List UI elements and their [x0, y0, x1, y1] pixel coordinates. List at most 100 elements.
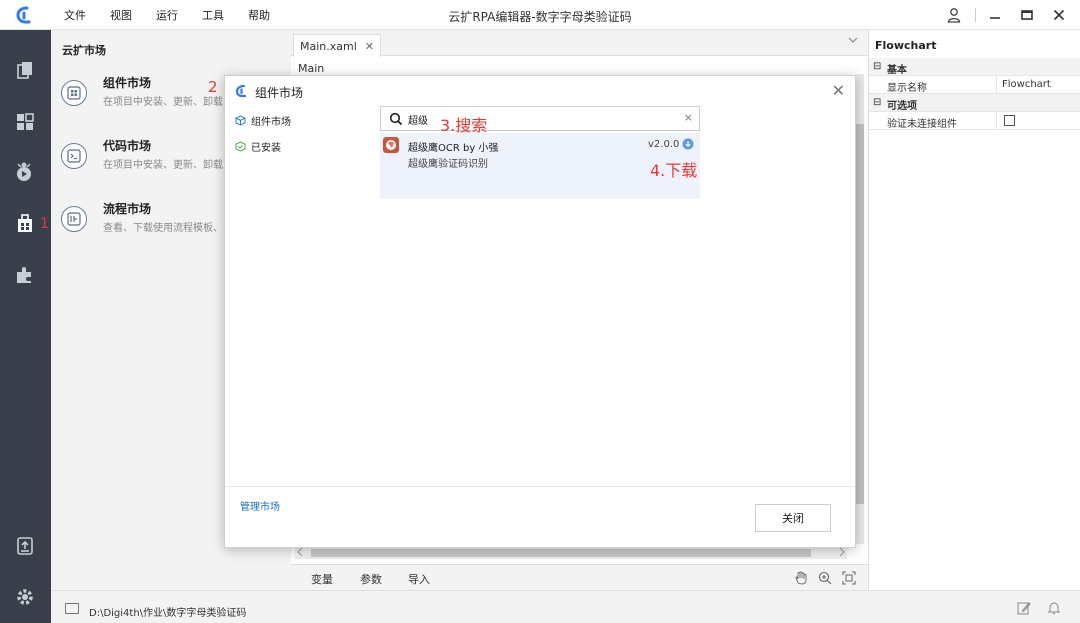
cube-icon [234, 115, 246, 127]
dialog-header: 组件市场 ✕ [225, 76, 855, 106]
property-category-options[interactable]: ⊟ 可选项 [869, 94, 1080, 112]
editor-bottom-bar: 变量 参数 导入 [291, 564, 868, 590]
activity-sidebar: 1 [0, 30, 51, 623]
market-item-name: 流程市场 [103, 202, 152, 216]
notification-bell-icon[interactable] [1046, 600, 1062, 616]
property-value-input[interactable]: Flowchart [1002, 79, 1051, 90]
settings-icon[interactable] [13, 585, 37, 609]
menu-tools[interactable]: 工具 [202, 7, 224, 23]
app-logo-icon [16, 6, 31, 24]
plugin-icon[interactable] [13, 262, 37, 286]
tab-main-xaml[interactable]: Main.xaml ✕ [293, 34, 381, 57]
scroll-thumb[interactable] [856, 124, 864, 504]
editor-tabbar: Main.xaml ✕ [291, 30, 868, 57]
scroll-thumb[interactable] [311, 549, 811, 557]
status-tools [1002, 600, 1062, 616]
collapse-icon[interactable]: ⊟ [873, 61, 881, 72]
vertical-scrollbar[interactable] [856, 74, 864, 544]
column-divider [996, 76, 997, 94]
menu-file[interactable]: 文件 [64, 7, 86, 23]
window-controls [943, 0, 1080, 30]
dialog-divider [225, 486, 855, 487]
scroll-right-icon[interactable] [839, 547, 845, 560]
annotation-step-4: 4.下载 [650, 161, 698, 180]
properties-panel: Flowchart ⊟ 基本 显示名称 Flowchart ⊟ 可选项 验证未连… [868, 30, 1080, 590]
tab-label: Main.xaml [300, 39, 357, 53]
market-item-desc: 在项目中安装、更新、卸载 [103, 160, 223, 171]
market-item-name: 组件市场 [103, 76, 152, 90]
category-label: 基本 [887, 65, 907, 76]
search-icon [389, 112, 403, 126]
title-separator [975, 8, 976, 22]
menu-run[interactable]: 运行 [156, 7, 178, 23]
tab-variables[interactable]: 变量 [311, 571, 333, 587]
horizontal-scrollbar[interactable] [295, 547, 847, 559]
code-icon [61, 143, 87, 169]
nav-item-installed[interactable]: 已安装 [234, 139, 281, 154]
market-item-name: 代码市场 [103, 139, 152, 153]
category-label: 可选项 [887, 101, 917, 112]
activities-icon[interactable] [13, 110, 37, 134]
tab-close-icon[interactable]: ✕ [365, 40, 374, 53]
title-bar: 文件 视图 运行 工具 帮助 云扩RPA编辑器-数字字母类验证码 [0, 0, 1080, 30]
package-desc: 超级鹰验证码识别 [408, 159, 488, 170]
maximize-icon[interactable] [1016, 5, 1038, 25]
ocr-package-icon [383, 137, 399, 153]
annotation-step-2: 2 [208, 78, 218, 96]
nav-label: 组件市场 [251, 117, 291, 128]
menu-bar: 文件 视图 运行 工具 帮助 [64, 0, 294, 30]
clear-search-icon[interactable]: × [684, 111, 693, 124]
close-dialog-icon[interactable]: ✕ [832, 81, 845, 100]
dialog-title: 组件市场 [255, 86, 304, 100]
minimize-icon[interactable] [984, 5, 1006, 25]
tab-dropdown-icon[interactable] [848, 36, 858, 47]
flow-icon [61, 206, 87, 232]
column-divider [996, 112, 997, 130]
search-result-item[interactable]: 超级鹰OCR by 小强 超级鹰验证码识别 v2.0.0 4.下载 [380, 133, 700, 199]
nav-label: 已安装 [251, 143, 281, 154]
fit-screen-icon[interactable] [840, 569, 858, 587]
package-name: 超级鹰OCR by 小强 [408, 143, 499, 154]
status-bar: D:\Digi4th\作业\数字字母类验证码 [51, 590, 1080, 623]
market-panel-title: 云扩市场 [62, 44, 106, 57]
properties-title: Flowchart [875, 39, 937, 52]
annotation-step-1: 1 [40, 216, 49, 232]
property-category-basic[interactable]: ⊟ 基本 [869, 58, 1080, 76]
zoom-in-icon[interactable] [816, 569, 834, 587]
property-key: 验证未连接组件 [887, 119, 957, 130]
nav-item-component-market[interactable]: 组件市场 [234, 113, 291, 128]
app-logo-icon [235, 84, 247, 98]
market-item-desc: 查看、下载使用流程模板、 [103, 223, 223, 234]
publish-icon[interactable] [13, 534, 37, 558]
close-button[interactable]: 关闭 [755, 504, 831, 532]
download-icon[interactable] [682, 138, 694, 150]
check-shield-icon [234, 141, 246, 153]
debug-run-icon[interactable] [13, 160, 37, 184]
component-icon [61, 80, 87, 106]
tab-imports[interactable]: 导入 [408, 571, 430, 587]
feedback-edit-icon[interactable] [1016, 600, 1032, 616]
hand-pan-icon[interactable] [792, 569, 810, 587]
dialog-nav: 组件市场 已安装 管理市场 [225, 106, 375, 513]
folder-icon [65, 603, 79, 614]
market-item-desc: 在项目中安装、更新、卸载 [103, 97, 223, 108]
collapse-icon[interactable]: ⊟ [873, 97, 881, 108]
search-box[interactable]: × [380, 106, 700, 131]
tab-arguments[interactable]: 参数 [360, 571, 382, 587]
package-version: v2.0.0 [648, 139, 680, 150]
validate-checkbox[interactable] [1004, 115, 1015, 126]
menu-view[interactable]: 视图 [110, 7, 132, 23]
property-row-validate: 验证未连接组件 [869, 112, 1080, 130]
component-market-dialog: 组件市场 ✕ 组件市场 已安装 管理市场 × 3.搜索 超级鹰OCR by 小强… [224, 75, 856, 548]
user-icon[interactable] [943, 5, 965, 25]
scroll-left-icon[interactable] [297, 547, 303, 560]
market-icon[interactable] [13, 211, 37, 235]
canvas-tools [786, 569, 858, 587]
files-icon[interactable] [13, 58, 37, 82]
property-row-display-name: 显示名称 Flowchart [869, 76, 1080, 94]
project-path: D:\Digi4th\作业\数字字母类验证码 [89, 608, 247, 619]
manage-market-link[interactable]: 管理市场 [240, 498, 280, 513]
property-key: 显示名称 [887, 83, 927, 94]
menu-help[interactable]: 帮助 [248, 7, 270, 23]
close-window-icon[interactable] [1048, 5, 1070, 25]
